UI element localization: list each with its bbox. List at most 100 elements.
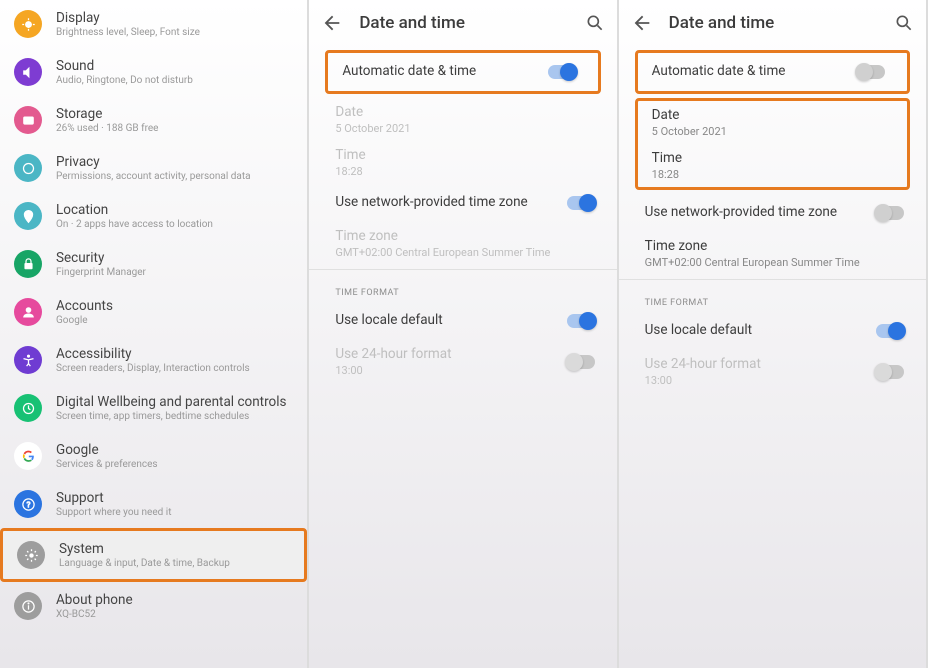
toggle-24h — [567, 355, 595, 369]
locale-label: Use locale default — [645, 322, 902, 338]
date-label: Date — [335, 104, 592, 120]
support-icon: ? — [14, 490, 42, 518]
page-title: Date and time — [359, 13, 584, 33]
row-time: Time 18:28 — [309, 141, 616, 184]
row-date[interactable]: Date 5 October 2021 — [638, 101, 907, 144]
row-date: Date 5 October 2021 — [309, 98, 616, 141]
highlight-auto-on: Automatic date & time — [325, 50, 600, 94]
settings-item-accessibility[interactable]: AccessibilityScreen readers, Display, In… — [0, 336, 307, 384]
settings-item-sound[interactable]: SoundAudio, Ringtone, Do not disturb — [0, 48, 307, 96]
network-tz-label: Use network-provided time zone — [335, 194, 592, 210]
auto-label: Automatic date & time — [342, 63, 545, 79]
settings-item-subtitle: Screen readers, Display, Interaction con… — [56, 363, 293, 374]
settings-item-subtitle: Fingerprint Manager — [56, 267, 293, 278]
settings-item-accounts[interactable]: AccountsGoogle — [0, 288, 307, 336]
date-time-pane-auto-on: Date and time Automatic date & time Date… — [309, 0, 618, 668]
svg-text:?: ? — [26, 499, 30, 509]
settings-item-subtitle: Screen time, app timers, bedtime schedul… — [56, 411, 293, 422]
settings-item-title: Support — [56, 490, 293, 506]
search-icon[interactable] — [894, 13, 914, 33]
row-24h: Use 24-hour format 13:00 — [619, 350, 926, 393]
row-auto-date-time[interactable]: Automatic date & time — [328, 53, 597, 91]
row-auto-date-time[interactable]: Automatic date & time — [638, 53, 907, 91]
tz-label: Time zone — [335, 228, 592, 244]
time-label: Time — [335, 147, 592, 163]
display-icon — [14, 10, 42, 38]
highlight-auto-off: Automatic date & time — [635, 50, 910, 94]
time-value: 18:28 — [652, 168, 855, 181]
settings-item-title: Security — [56, 250, 293, 266]
search-icon[interactable] — [585, 13, 605, 33]
h24-label: Use 24-hour format — [335, 346, 592, 362]
settings-item-support[interactable]: ? SupportSupport where you need it — [0, 480, 307, 528]
settings-item-subtitle: Brightness level, Sleep, Font size — [56, 27, 293, 38]
back-icon[interactable] — [631, 12, 653, 34]
wellbeing-icon — [14, 394, 42, 422]
row-24h: Use 24-hour format 13:00 — [309, 340, 616, 383]
settings-item-title: About phone — [56, 592, 293, 608]
back-icon[interactable] — [321, 12, 343, 34]
settings-item-subtitle: Language & input, Date & time, Backup — [59, 558, 290, 569]
system-icon — [17, 541, 45, 569]
toggle-locale[interactable] — [567, 314, 595, 328]
row-network-tz[interactable]: Use network-provided time zone — [309, 184, 616, 222]
security-icon — [14, 250, 42, 278]
row-tz[interactable]: Time zone GMT+02:00 Central European Sum… — [619, 232, 926, 275]
divider — [619, 279, 926, 280]
settings-item-title: Privacy — [56, 154, 293, 170]
row-locale-default[interactable]: Use locale default — [619, 312, 926, 350]
h24-value: 13:00 — [645, 374, 902, 387]
locale-label: Use locale default — [335, 312, 592, 328]
date-value: 5 October 2021 — [652, 125, 855, 138]
settings-item-subtitle: Services & preferences — [56, 459, 293, 470]
settings-item-title: Display — [56, 10, 293, 26]
date-time-pane-auto-off: Date and time Automatic date & time Date… — [619, 0, 928, 668]
settings-item-title: Location — [56, 202, 293, 218]
settings-item-subtitle: XQ-BC52 — [56, 609, 293, 620]
row-network-tz[interactable]: Use network-provided time zone — [619, 194, 926, 232]
settings-item-privacy[interactable]: PrivacyPermissions, account activity, pe… — [0, 144, 307, 192]
toggle-network-tz[interactable] — [876, 206, 904, 220]
settings-item-title: Accounts — [56, 298, 293, 314]
sound-icon — [14, 58, 42, 86]
about-icon — [14, 592, 42, 620]
settings-item-subtitle: On · 2 apps have access to location — [56, 219, 293, 230]
settings-item-title: Digital Wellbeing and parental controls — [56, 394, 293, 410]
toggle-locale[interactable] — [876, 324, 904, 338]
settings-item-storage[interactable]: Storage26% used · 188 GB free — [0, 96, 307, 144]
settings-item-google[interactable]: GoogleServices & preferences — [0, 432, 307, 480]
page-title: Date and time — [669, 13, 894, 33]
google-icon — [14, 442, 42, 470]
row-locale-default[interactable]: Use locale default — [309, 302, 616, 340]
toggle-auto-date-time[interactable] — [548, 65, 576, 79]
settings-item-title: System — [59, 541, 290, 557]
settings-item-title: Storage — [56, 106, 293, 122]
settings-item-subtitle: Permissions, account activity, personal … — [56, 171, 293, 182]
tz-label: Time zone — [645, 238, 902, 254]
accounts-icon — [14, 298, 42, 326]
toggle-auto-date-time[interactable] — [857, 65, 885, 79]
time-label: Time — [652, 150, 855, 166]
settings-item-subtitle: 26% used · 188 GB free — [56, 123, 293, 134]
h24-value: 13:00 — [335, 364, 592, 377]
date-value: 5 October 2021 — [335, 122, 592, 135]
settings-item-about[interactable]: About phoneXQ-BC52 — [0, 582, 307, 630]
network-tz-label: Use network-provided time zone — [645, 204, 902, 220]
settings-item-display[interactable]: DisplayBrightness level, Sleep, Font siz… — [0, 0, 307, 48]
h24-label: Use 24-hour format — [645, 356, 902, 372]
row-tz: Time zone GMT+02:00 Central European Sum… — [309, 222, 616, 265]
settings-item-security[interactable]: SecurityFingerprint Manager — [0, 240, 307, 288]
tz-value: GMT+02:00 Central European Summer Time — [335, 246, 592, 259]
accessibility-icon — [14, 346, 42, 374]
section-time-format: TIME FORMAT — [619, 284, 926, 312]
settings-item-system[interactable]: SystemLanguage & input, Date & time, Bac… — [0, 528, 307, 582]
row-time[interactable]: Time 18:28 — [638, 144, 907, 187]
settings-item-wellbeing[interactable]: Digital Wellbeing and parental controlsS… — [0, 384, 307, 432]
settings-item-subtitle: Support where you need it — [56, 507, 293, 518]
toggle-network-tz[interactable] — [567, 196, 595, 210]
highlight-date-time-box: Date 5 October 2021 Time 18:28 — [635, 98, 910, 190]
settings-item-location[interactable]: LocationOn · 2 apps have access to locat… — [0, 192, 307, 240]
storage-icon — [14, 106, 42, 134]
settings-item-subtitle: Google — [56, 315, 293, 326]
tz-value: GMT+02:00 Central European Summer Time — [645, 256, 902, 269]
